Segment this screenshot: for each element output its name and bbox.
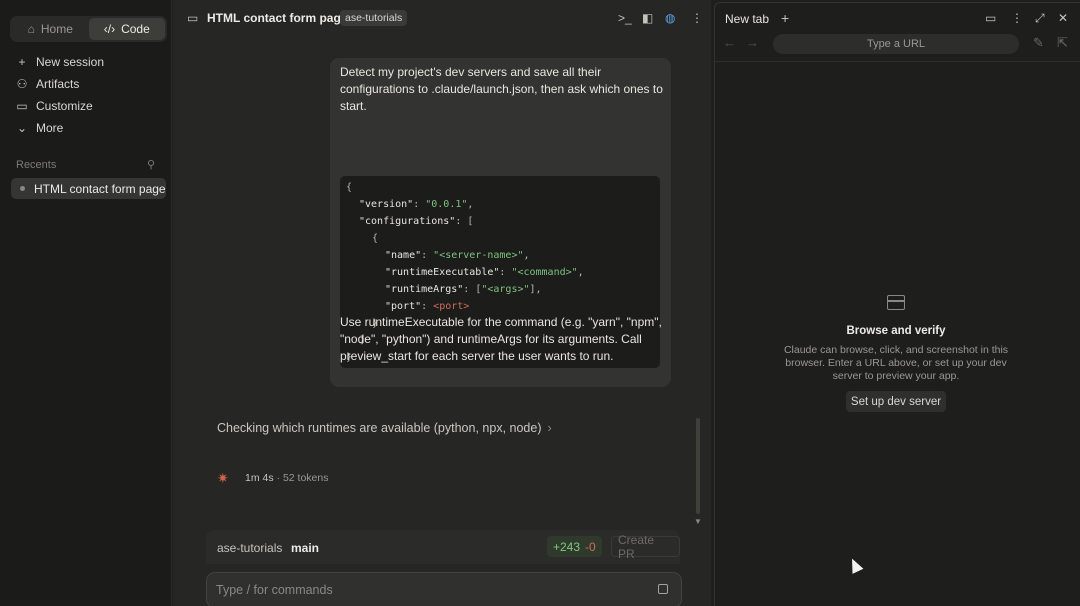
chat-panel: ▭ HTML contact form page ase-tutorials >… — [173, 0, 711, 606]
code-line: "version": "0.0.1", — [359, 199, 474, 210]
project-badge[interactable]: ase-tutorials — [340, 10, 408, 26]
stop-icon[interactable] — [658, 584, 668, 594]
code-line: "runtimeExecutable": "<command>", — [385, 267, 584, 278]
code-line: "runtimeArgs": ["<args>"], — [385, 284, 542, 295]
user-message: Detect my project's dev servers and save… — [330, 58, 671, 387]
sidebar-item-label: More — [36, 121, 64, 135]
message-intro: Detect my project's dev servers and save… — [340, 65, 663, 113]
sidebar-item-more[interactable]: ⌄ More — [16, 119, 63, 137]
create-pr-button[interactable]: Create PR — [611, 533, 680, 561]
sidebar-item-label: Customize — [36, 99, 93, 113]
url-bar[interactable]: Type a URL — [773, 34, 1019, 54]
pointer-icon[interactable]: ⇱ — [1057, 35, 1068, 51]
sidebar-item-artifacts[interactable]: ⚇ Artifacts — [16, 75, 80, 93]
progress-meta: 1m 4s · 52 tokens — [245, 472, 329, 484]
tool-status-text: Checking which runtimes are available (p… — [217, 421, 542, 435]
scroll-down-icon[interactable]: ▼ — [694, 517, 702, 526]
elapsed-time: 1m 4s — [245, 472, 274, 484]
diff-stat[interactable]: +243 -0 — [547, 536, 602, 557]
recent-session-item[interactable]: HTML contact form page — [11, 178, 166, 199]
deletions-count: -0 — [585, 539, 596, 554]
branch-bar: ase-tutorials main +243 -0 Create PR — [206, 530, 680, 564]
code-line: "name": "<server-name>", — [385, 250, 530, 261]
sidebar-item-label: New session — [36, 55, 105, 69]
more-vertical-icon[interactable]: ⋮ — [1011, 11, 1023, 25]
artifacts-icon: ⚇ — [16, 77, 28, 91]
browser-pane: New tab + ▭ ⋮ ⤢ ✕ ← → Type a URL ✎ ⇱ Bro… — [714, 2, 1080, 606]
browser-window-icon — [887, 295, 905, 310]
empty-state-description: Claude can browse, click, and screenshot… — [783, 344, 1009, 382]
scrollbar[interactable] — [696, 418, 700, 514]
code-icon: ‹/› — [103, 22, 116, 36]
tool-status-row[interactable]: Checking which runtimes are available (p… — [217, 421, 552, 435]
repo-name[interactable]: ase-tutorials — [217, 541, 282, 555]
chevron-right-icon: › — [547, 421, 552, 435]
tab-new-tab[interactable]: New tab — [725, 12, 769, 26]
plus-icon: + — [18, 55, 26, 69]
additions-count: +243 — [553, 539, 581, 554]
message-outro: Use runtimeExecutable for the command (e… — [340, 315, 662, 363]
customize-icon: ▭ — [16, 99, 28, 113]
home-icon: ⌂ — [27, 22, 35, 36]
setup-dev-server-button[interactable]: Set up dev server — [846, 391, 946, 412]
sidebar-toggle-icon[interactable]: ▭ — [187, 11, 198, 25]
command-input[interactable] — [216, 583, 636, 597]
edit-icon[interactable]: ✎ — [1033, 35, 1044, 51]
sidebar-item-customize[interactable]: ▭ Customize — [16, 97, 93, 115]
chat-header: ▭ HTML contact form page ase-tutorials >… — [173, 0, 711, 36]
sidebar: ⌂ Home ‹/› Code + New session ⚇ Artifact… — [0, 0, 172, 606]
back-arrow-icon[interactable]: ← — [723, 35, 736, 50]
filter-icon[interactable]: ⚲ — [147, 158, 155, 171]
divider — [715, 61, 1080, 62]
token-count: 52 tokens — [282, 472, 329, 484]
empty-state-title: Browse and verify — [846, 325, 946, 337]
tab-code-label: Code — [121, 22, 150, 36]
recents-heading: Recents — [16, 159, 57, 171]
forward-arrow-icon[interactable]: → — [746, 35, 759, 50]
layout-icon[interactable]: ▭ — [985, 11, 996, 25]
tab-home[interactable]: ⌂ Home — [12, 18, 89, 40]
chevron-down-icon: ⌄ — [16, 121, 28, 135]
recent-session-label: HTML contact form page — [34, 181, 166, 196]
code-line: "configurations": [ — [359, 216, 474, 227]
sidebar-item-label: Artifacts — [36, 77, 80, 91]
globe-icon[interactable]: ◍ — [665, 11, 675, 25]
new-tab-plus-icon[interactable]: + — [781, 10, 789, 26]
more-vertical-icon[interactable]: ⋮ — [691, 11, 703, 25]
spinner-icon: ✷ — [217, 470, 229, 486]
mode-switcher: ⌂ Home ‹/› Code — [10, 16, 167, 42]
expand-icon[interactable]: ⤢ — [1035, 11, 1045, 26]
code-line: { — [346, 182, 353, 193]
code-line: { — [372, 233, 379, 244]
page-title: HTML contact form page — [207, 11, 348, 25]
terminal-icon[interactable]: >_ — [618, 11, 632, 25]
code-line: "port": <port> — [385, 301, 470, 312]
panel-icon[interactable]: ◧ — [642, 11, 653, 25]
branch-name[interactable]: main — [291, 541, 319, 555]
tab-code[interactable]: ‹/› Code — [88, 18, 165, 40]
sidebar-item-new-session[interactable]: + New session — [16, 53, 104, 71]
session-dot-icon — [20, 186, 25, 191]
tab-home-label: Home — [40, 22, 73, 36]
close-icon[interactable]: ✕ — [1058, 11, 1068, 25]
composer — [206, 572, 682, 606]
